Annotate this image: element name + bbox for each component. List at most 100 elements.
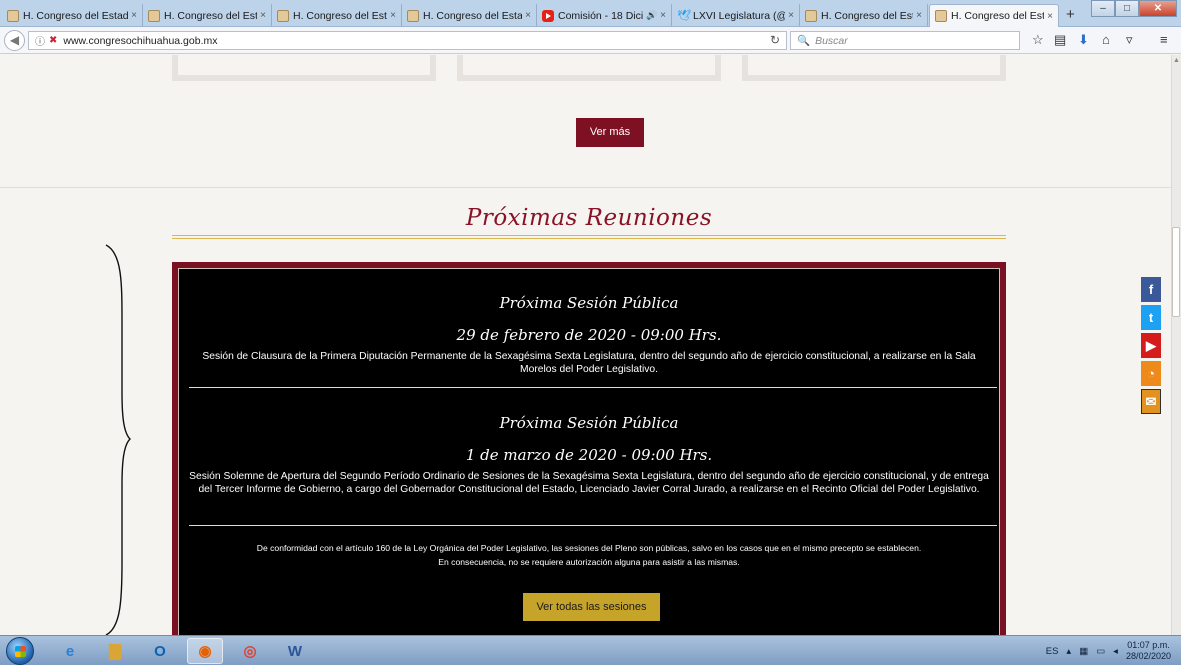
previous-card xyxy=(742,55,1006,81)
menu-icon[interactable]: ≡ xyxy=(1160,32,1168,47)
tab-close-icon[interactable]: × xyxy=(131,10,137,21)
mail-icon[interactable]: ✉ xyxy=(1141,389,1161,414)
ver-todas-sesiones-button[interactable]: Ver todas las sesiones xyxy=(523,593,660,621)
curly-brace-annotation xyxy=(105,244,131,635)
chrome-icon[interactable]: ◎ xyxy=(232,638,268,664)
clock-time: 01:07 p.m. xyxy=(1127,640,1170,650)
browser-tab[interactable]: H. Congreso del Estad × xyxy=(2,4,143,27)
insecure-icon: ✖ xyxy=(49,35,58,46)
volume-icon[interactable]: ◂ xyxy=(1113,646,1118,657)
browser-tab[interactable]: H. Congreso del Estad × xyxy=(272,4,402,27)
session-divider xyxy=(189,525,997,526)
scroll-up-icon[interactable]: ▲ xyxy=(1173,57,1180,64)
previous-card xyxy=(172,55,436,81)
tab-close-icon[interactable]: × xyxy=(660,10,666,21)
session-title: Próxima Sesión Pública xyxy=(499,294,679,312)
internet-explorer-icon[interactable]: e xyxy=(52,638,88,664)
tab-title: Comisión - 18 Dici xyxy=(558,9,643,22)
browser-tab[interactable]: 🕊 LXVI Legislatura (@Co × xyxy=(672,4,800,27)
twitter-icon[interactable]: t xyxy=(1141,305,1161,330)
file-explorer-icon[interactable]: ▇ xyxy=(97,638,133,664)
tab-close-icon[interactable]: × xyxy=(788,10,794,21)
tab-title: H. Congreso del Estad xyxy=(951,10,1044,22)
previous-card xyxy=(457,55,721,81)
section-title: Próximas Reuniones xyxy=(465,205,713,231)
session-description: Sesión Solemne de Apertura del Segundo P… xyxy=(189,471,989,495)
search-icon: 🔍 xyxy=(797,35,811,47)
crest-icon xyxy=(407,9,419,22)
browser-tab-strip: H. Congreso del Estad × H. Congreso del … xyxy=(0,0,1181,27)
clock[interactable]: 01:07 p.m. 28/02/2020 xyxy=(1126,640,1171,662)
clock-date: 28/02/2020 xyxy=(1125,651,1171,661)
tab-title: H. Congreso del Estad xyxy=(23,9,129,22)
tab-title: H. Congreso del Estad xyxy=(821,9,913,22)
scroll-thumb[interactable] xyxy=(1172,227,1180,317)
tab-title: H. Congreso del Estad xyxy=(423,9,523,22)
youtube-icon xyxy=(542,9,554,22)
session-block: Próxima Sesión Pública 29 de febrero de … xyxy=(179,294,999,376)
word-icon[interactable]: W xyxy=(277,638,313,664)
bookmark-star-icon[interactable]: ☆ xyxy=(1032,32,1044,48)
tab-close-icon[interactable]: × xyxy=(525,10,531,21)
ver-mas-button[interactable]: Ver más xyxy=(576,118,644,147)
battery-icon[interactable]: ▭ xyxy=(1096,646,1105,657)
rss-icon[interactable]: ◔ xyxy=(1141,361,1161,386)
outlook-icon[interactable]: O xyxy=(142,638,178,664)
reload-icon[interactable]: ↻ xyxy=(770,33,780,47)
minimize-button[interactable]: – xyxy=(1091,0,1115,17)
browser-nav-bar: ◀ ⓘ ✖ www.congresochihuahua.gob.mx ↻ 🔍 B… xyxy=(0,27,1181,54)
bookmarks-list-icon[interactable]: ▤ xyxy=(1054,32,1066,48)
search-bar[interactable]: 🔍 Buscar xyxy=(790,31,1020,50)
title-underline xyxy=(172,235,1006,239)
tab-title: H. Congreso del Estad xyxy=(293,9,387,22)
system-tray: ES ▴ ▦ ▭ ◂ 01:07 p.m. 28/02/2020 xyxy=(1046,636,1171,665)
session-divider xyxy=(189,387,997,388)
notice-line: En consecuencia, no se requiere autoriza… xyxy=(438,557,740,567)
crest-icon xyxy=(805,9,817,22)
notice-line: De conformidad con el artículo 160 de la… xyxy=(256,543,922,553)
page-scrollbar[interactable]: ▲ xyxy=(1171,55,1181,635)
youtube-icon[interactable]: ▶ xyxy=(1141,333,1161,358)
window-controls: – □ ✕ xyxy=(1091,0,1177,17)
network-icon[interactable]: ▦ xyxy=(1079,646,1088,657)
browser-tab[interactable]: H. Congreso del Estad × xyxy=(800,4,928,27)
tab-close-icon[interactable]: × xyxy=(260,10,266,21)
start-button[interactable] xyxy=(6,637,34,665)
close-window-button[interactable]: ✕ xyxy=(1139,0,1177,17)
speaker-icon[interactable]: 🔊 xyxy=(646,10,657,21)
search-placeholder: Buscar xyxy=(815,34,848,47)
home-icon[interactable]: ⌂ xyxy=(1102,32,1110,47)
url-text[interactable]: www.congresochihuahua.gob.mx xyxy=(63,35,786,47)
upcoming-meetings-panel: Próxima Sesión Pública 29 de febrero de … xyxy=(172,262,1006,635)
crest-icon xyxy=(935,10,947,22)
facebook-icon[interactable]: f xyxy=(1141,277,1161,302)
download-icon[interactable]: ⬇ xyxy=(1078,32,1089,48)
crest-icon xyxy=(7,9,19,22)
browser-tab[interactable]: Comisión - 18 Dici 🔊 × xyxy=(537,4,672,27)
firefox-icon[interactable]: ◉ xyxy=(187,638,223,664)
session-title: Próxima Sesión Pública xyxy=(499,414,679,432)
new-tab-button[interactable]: + xyxy=(1066,6,1075,23)
language-indicator[interactable]: ES xyxy=(1046,646,1059,657)
pocket-icon[interactable]: ▿ xyxy=(1126,32,1133,48)
session-date: 1 de marzo de 2020 - 09:00 Hrs. xyxy=(465,446,713,464)
tab-close-icon[interactable]: × xyxy=(390,10,396,21)
public-sessions-notice: De conformidad con el artículo 160 de la… xyxy=(179,541,999,569)
tab-close-icon[interactable]: × xyxy=(1047,11,1053,22)
social-sidebar: f t ▶ ◔ ✉ xyxy=(1141,277,1161,417)
tab-title: LXVI Legislatura (@Co xyxy=(693,9,785,22)
session-date: 29 de febrero de 2020 - 09:00 Hrs. xyxy=(456,326,722,344)
info-icon[interactable]: ⓘ xyxy=(35,33,45,48)
back-button[interactable]: ◀ xyxy=(4,30,25,51)
page-viewport: Ver más Próximas Reuniones Próxima Sesió… xyxy=(0,55,1181,635)
tab-close-icon[interactable]: × xyxy=(916,10,922,21)
section-divider xyxy=(0,187,1171,188)
browser-tab[interactable]: H. Congreso del Estad × xyxy=(402,4,537,27)
browser-tab[interactable]: H. Congreso del Estad × xyxy=(143,4,272,27)
browser-tab-active[interactable]: H. Congreso del Estad × xyxy=(929,4,1059,27)
session-description: Sesión de Clausura de la Primera Diputac… xyxy=(202,351,976,375)
maximize-button[interactable]: □ xyxy=(1115,0,1139,17)
address-bar[interactable]: ⓘ ✖ www.congresochihuahua.gob.mx xyxy=(28,31,787,50)
windows-taskbar: e ▇ O ◉ ◎ W ES ▴ ▦ ▭ ◂ 01:07 p.m. 28/02/… xyxy=(0,635,1181,665)
tray-expand-icon[interactable]: ▴ xyxy=(1066,646,1071,657)
